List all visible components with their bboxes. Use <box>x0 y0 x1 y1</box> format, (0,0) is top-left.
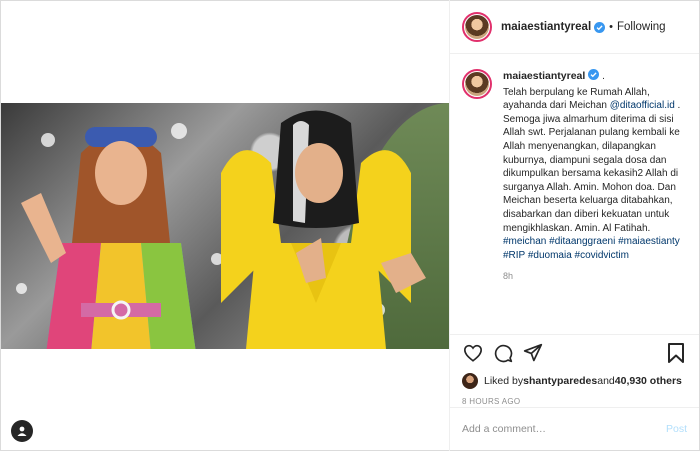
post-sidebar: maiaestiantyreal • Following maiaestiant… <box>450 1 699 450</box>
author-avatar[interactable] <box>462 12 492 42</box>
action-bar <box>450 335 699 371</box>
post-header: maiaestiantyreal • Following <box>450 1 699 54</box>
add-comment-bar: Post <box>450 407 699 450</box>
post-media <box>1 1 449 450</box>
paper-plane-icon[interactable] <box>522 342 544 364</box>
person-left-figure <box>21 127 196 349</box>
verified-badge-icon <box>588 69 600 80</box>
caption-timestamp: 8h <box>503 271 514 282</box>
post-photo[interactable] <box>1 103 449 349</box>
likes-prefix: Liked by <box>484 375 524 387</box>
caption-mention-link[interactable]: @ditaofficial.id <box>610 100 675 111</box>
user-tag-icon[interactable] <box>11 420 33 442</box>
likes-count[interactable]: 40,930 others <box>615 375 682 387</box>
heart-icon[interactable] <box>462 342 484 364</box>
caption-username[interactable]: maiaestiantyreal <box>503 70 585 82</box>
post-comment-button[interactable]: Post <box>666 423 687 435</box>
likes-summary: Liked by shantyparedes and 40,930 others <box>450 371 699 391</box>
comments-area: maiaestiantyreal . Telah berpulang ke Ru… <box>450 55 699 335</box>
bookmark-icon[interactable] <box>665 342 687 364</box>
comment-icon[interactable] <box>492 342 514 364</box>
likes-middle: and <box>597 375 615 387</box>
comment-input[interactable] <box>462 423 666 435</box>
caption-avatar[interactable] <box>462 69 492 99</box>
liker-avatar[interactable] <box>462 373 478 389</box>
post-actions-section: Liked by shantyparedes and 40,930 others… <box>450 334 699 406</box>
caption-comment: maiaestiantyreal . Telah berpulang ke Ru… <box>462 69 687 284</box>
caption-line2: . Semoga jiwa almarhum diterima di sisi … <box>503 100 681 234</box>
person-right-figure <box>221 110 426 349</box>
caption-body: maiaestiantyreal . Telah berpulang ke Ru… <box>503 69 687 284</box>
post-age: 8 HOURS AGO <box>462 397 521 406</box>
header-separator: • <box>609 21 613 33</box>
author-username[interactable]: maiaestiantyreal <box>501 21 591 33</box>
caption-after-name: . <box>599 71 605 82</box>
caption-hashtags[interactable]: #meichan #ditaanggraeni #maiaestianty #R… <box>503 235 687 262</box>
following-button[interactable]: Following <box>617 21 666 33</box>
caption-text: Telah berpulang ke Rumah Allah, ayahanda… <box>503 86 687 236</box>
liker-username[interactable]: shantyparedes <box>523 375 597 387</box>
verified-badge-icon <box>594 21 606 33</box>
